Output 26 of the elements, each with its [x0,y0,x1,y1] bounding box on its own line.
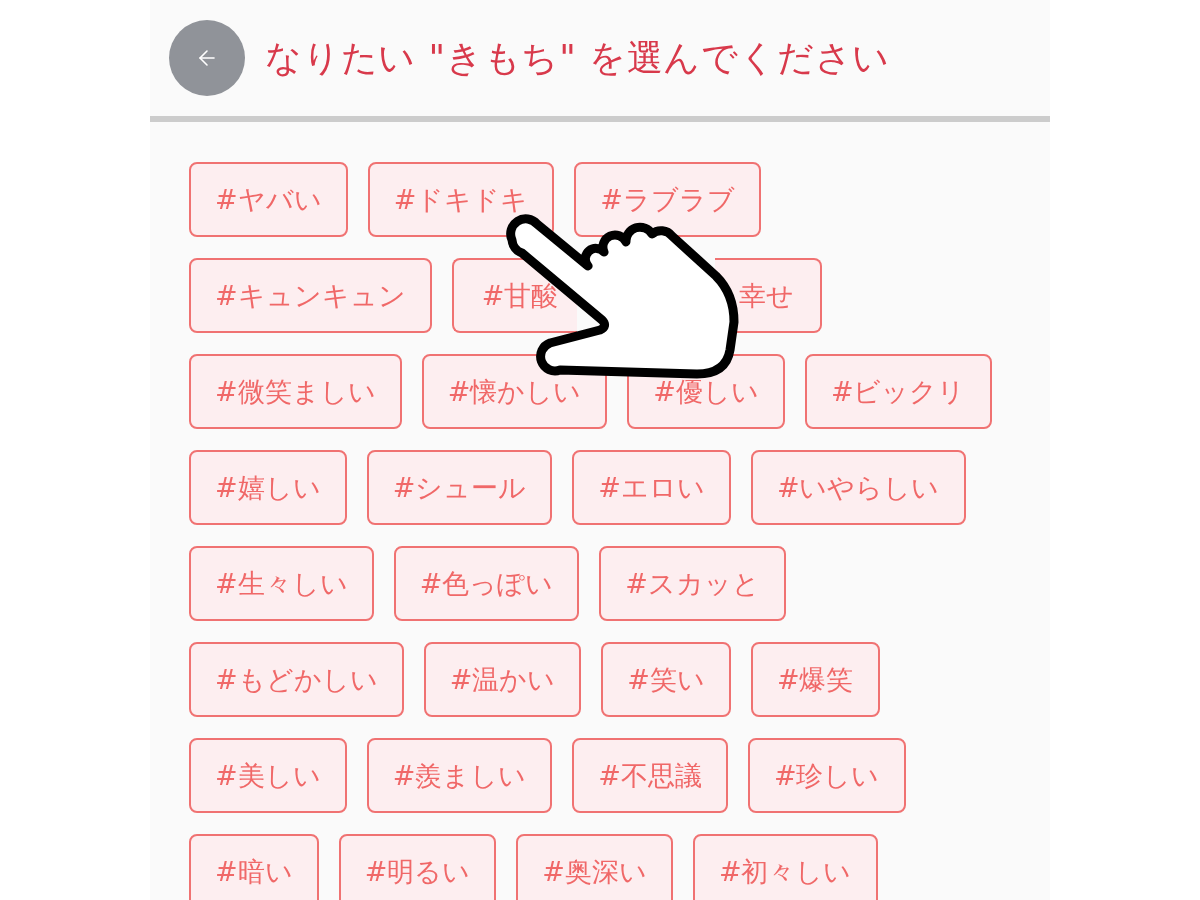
mood-tag[interactable]: #美しい [189,738,347,813]
mood-tag[interactable]: #いやらしい [750,450,966,525]
page-title: なりたい "きもち" を選んでください [265,35,891,80]
mood-tag[interactable]: #珍しい [747,738,906,813]
mood-tag[interactable]: #奥深い [516,834,673,900]
mood-tag[interactable]: #爆笑 [750,642,880,717]
mood-tag[interactable]: #不思議 [572,738,728,813]
mood-tag[interactable]: #ビックリ [804,354,992,429]
mood-tag[interactable]: #初々しい [692,834,878,900]
mood-tag[interactable]: #シュール [366,450,553,525]
mood-tag[interactable]: #キュンキュン [189,258,432,333]
mood-tag[interactable]: #温かい [423,642,582,717]
mood-tag[interactable]: #羨ましい [366,738,553,813]
mood-tag[interactable]: #もどかしい [189,642,404,717]
mood-tag[interactable]: #ラブラブ [574,162,761,237]
mood-tag[interactable]: #ヤバい [189,162,348,237]
mood-tag[interactable]: #微笑ましい [189,354,402,429]
mood-tag[interactable]: #暗い [189,834,319,900]
mood-tag[interactable]: #色っぽい [393,546,580,621]
mood-tag[interactable]: #嬉しい [189,450,347,525]
mood-tag[interactable]: #笑い [601,642,731,717]
mood-tag[interactable]: #エロい [572,450,731,525]
mood-tag[interactable]: #明るい [338,834,497,900]
mood-tag[interactable]: #生々しい [189,546,374,621]
mood-tag[interactable]: #ドキドキ [367,162,555,237]
mood-tag[interactable]: #スカッと [599,546,786,621]
